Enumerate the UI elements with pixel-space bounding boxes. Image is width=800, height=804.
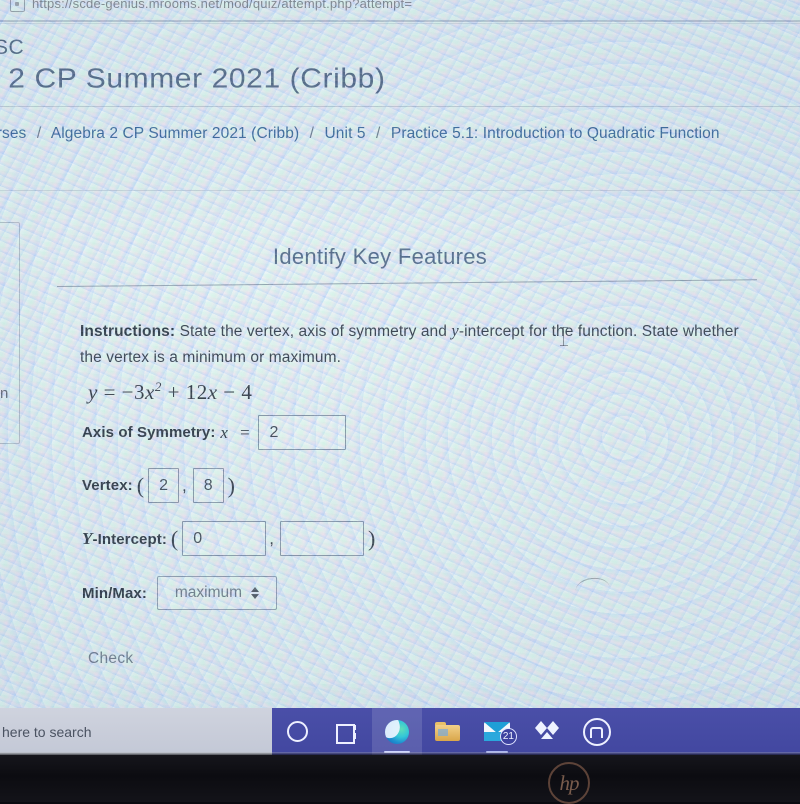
vertex-close-paren: ) [227,472,235,498]
equation-term2-var: x [207,380,218,404]
left-sidebar-label: n [0,385,9,402]
microsoft-edge-icon[interactable] [372,708,422,755]
axis-of-symmetry-row: Axis of Symmetry: x = 2 [82,415,347,450]
check-button[interactable]: Check [88,650,133,668]
instructions-variable: y [451,321,459,340]
breadcrumb-separator: / [36,125,42,142]
equation-term1-coef: 3 [134,380,146,404]
header-divider [0,106,800,107]
breadcrumb-separator: / [309,125,315,142]
file-explorer-icon[interactable] [422,708,472,755]
url-bar-divider [0,20,800,22]
vertex-y-input[interactable]: 8 [192,468,224,503]
y-intercept-label-glyph: Y [82,528,93,548]
vertex-x-input[interactable]: 2 [148,468,179,503]
equation-term3-const: 4 [241,380,253,404]
equation-term3-sign: − [223,380,236,404]
axis-of-symmetry-label: Axis of Symmetry: [82,424,216,441]
url-bar-divider-secondary [0,23,800,24]
text-cursor [558,327,570,347]
equation-lhs: y [88,380,98,404]
y-intercept-label-rest: -Intercept: [92,530,167,548]
y-intercept-open-paren: ( [170,525,179,551]
instructions-label: Instructions: [80,323,176,340]
vertex-open-paren: ( [136,472,145,498]
equation-term2-coef: 12 [185,380,208,404]
vertex-comma: , [181,475,187,495]
vertex-label: Vertex: [82,477,133,494]
breadcrumb-item-course[interactable]: Algebra 2 CP Summer 2021 (Cribb) [51,125,299,142]
equation-equals: = [103,380,116,404]
axis-variable: x [220,422,228,442]
equation-term2-sign: + [167,380,180,404]
breadcrumb: urses / Algebra 2 CP Summer 2021 (Cribb)… [0,125,720,143]
hp-logo: hp [548,762,590,804]
equation-term1-sign: − [121,380,135,404]
dropbox-icon[interactable] [522,708,572,755]
page-title: Identify Key Features [272,244,488,269]
course-title: a 2 CP Summer 2021 (Cribb) [0,63,386,94]
breadcrumb-item-activity[interactable]: Practice 5.1: Introduction to Quadratic … [391,125,720,142]
y-intercept-comma: , [269,528,274,548]
breadcrumb-separator: / [376,125,381,142]
instructions-part1: State the vertex, axis of symmetry and [175,323,452,340]
cortana-icon[interactable] [272,708,322,755]
laptop-screen: https://scde-genius.mrooms.net/mod/quiz/… [0,0,800,755]
mail-unread-badge: 21 [499,728,517,745]
browser-url-bar[interactable]: https://scde-genius.mrooms.net/mod/quiz/… [0,0,800,18]
y-intercept-x-input[interactable]: 0 [182,521,267,556]
min-max-label: Min/Max: [82,584,147,602]
quiz-equation: y = −3x2 + 12x − 4 [88,379,252,405]
site-favicon [10,0,25,12]
y-intercept-row: Y-Intercept: ( 0 , ) [82,521,379,556]
breadcrumb-item-unit[interactable]: Unit 5 [325,125,366,142]
breadcrumb-item-courses[interactable]: urses [0,125,26,142]
axis-equals-sign: = [238,422,251,442]
mail-icon[interactable]: 21 [472,708,522,755]
y-intercept-y-input[interactable] [279,521,364,556]
breadcrumb-divider [0,190,800,191]
y-intercept-close-paren: ) [367,525,376,551]
vertex-row: Vertex: ( 2 , 8 ) [82,468,239,503]
min-max-select[interactable]: maximum [156,576,277,610]
min-max-row: Min/Max: maximum [82,576,277,610]
instructions-text: Instructions: State the vertex, axis of … [80,318,740,371]
laptop-bezel [0,755,800,802]
url-text: https://scde-genius.mrooms.net/mod/quiz/… [32,0,413,11]
y-intercept-label: Y-Intercept: [82,529,167,549]
min-max-selected-value: maximum [174,584,243,601]
taskbar-search-box[interactable]: here to search [0,708,272,755]
task-view-icon[interactable] [322,708,372,755]
axis-of-symmetry-input[interactable]: 2 [258,415,347,450]
chevron-updown-icon [251,587,260,599]
site-brand-fragment: SC [0,36,25,59]
taskbar-icon-group: 21 [272,708,622,755]
equation-term1-exponent: 2 [154,379,162,394]
taskbar-search-placeholder: here to search [2,723,92,740]
equation-term1-var: x [145,380,155,404]
home-icon[interactable] [572,708,622,755]
